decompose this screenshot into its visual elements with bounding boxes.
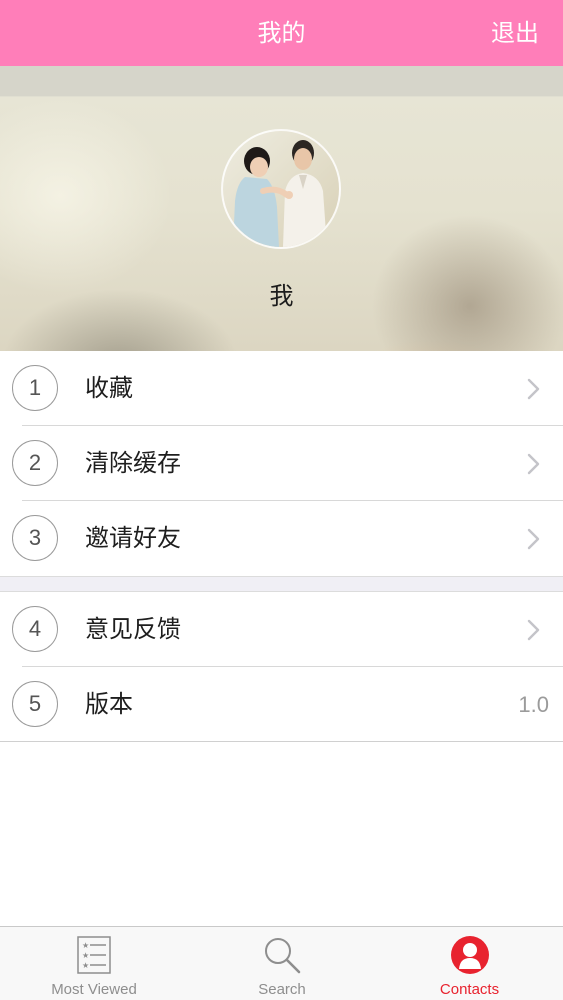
menu-group-primary: 1 收藏 2 清除缓存 3 邀请好友 — [0, 351, 563, 576]
menu-item-label: 意见反馈 — [85, 615, 181, 643]
index-badge: 5 — [12, 681, 58, 727]
page-title: 我的 — [257, 19, 306, 47]
chevron-right-icon — [527, 378, 540, 400]
banner-top-strip — [0, 66, 563, 96]
tab-label: Search — [258, 981, 306, 998]
list-bottom-divider — [0, 741, 563, 742]
profile-banner: 我 — [0, 66, 563, 351]
avatar[interactable] — [221, 129, 341, 249]
contacts-icon — [450, 936, 489, 974]
section-gap — [0, 576, 563, 591]
svg-text:★: ★ — [82, 941, 89, 950]
tab-label: Most Viewed — [51, 981, 137, 998]
index-badge: 1 — [12, 365, 58, 411]
menu-item-label: 清除缓存 — [85, 449, 181, 477]
chevron-right-icon — [527, 619, 540, 641]
logout-button[interactable]: 退出 — [491, 0, 539, 66]
search-icon — [265, 938, 301, 974]
chevron-right-icon — [527, 453, 540, 475]
svg-text:★: ★ — [82, 961, 89, 970]
menu-item-label: 版本 — [85, 690, 133, 718]
navigation-bar: 我的 退出 — [0, 0, 563, 66]
chevron-right-icon — [527, 528, 540, 550]
tab-most-viewed[interactable]: ★ ★ ★ Most Viewed — [0, 927, 188, 1000]
tab-label: Contacts — [439, 981, 500, 998]
tab-contacts[interactable]: Contacts — [376, 927, 563, 1000]
menu-item-feedback[interactable]: 4 意见反馈 — [0, 592, 563, 667]
menu-item-label: 收藏 — [85, 374, 133, 402]
tab-search[interactable]: Search — [188, 927, 376, 1000]
menu-item-label: 邀请好友 — [85, 524, 181, 552]
menu-item-invite-friends[interactable]: 3 邀请好友 — [0, 501, 563, 576]
menu-item-version: 5 版本 1.0 — [0, 667, 563, 742]
menu-group-secondary: 4 意见反馈 5 版本 1.0 — [0, 591, 563, 742]
index-badge: 2 — [12, 440, 58, 486]
index-badge: 4 — [12, 606, 58, 652]
svg-text:★: ★ — [82, 951, 89, 960]
index-badge: 3 — [12, 515, 58, 561]
avatar-photo-icon — [233, 140, 327, 247]
menu-item-favorites[interactable]: 1 收藏 — [0, 351, 563, 426]
profile-name: 我 — [269, 282, 294, 310]
version-value: 1.0 — [518, 692, 549, 717]
menu-item-clear-cache[interactable]: 2 清除缓存 — [0, 426, 563, 501]
tab-bar: ★ ★ ★ Most Viewed Search Contacts — [0, 926, 563, 1000]
list-icon: ★ ★ ★ — [77, 936, 111, 974]
